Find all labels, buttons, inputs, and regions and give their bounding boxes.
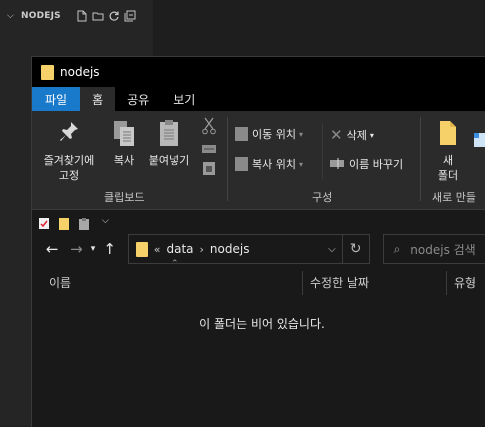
move-to-icon [235, 127, 248, 141]
paste-label: 붙여넣기 [148, 154, 190, 167]
file-explorer-window: nodejs 파일 홈 공유 보기 즐겨찾기에 고정 복사 붙여넣기 클립보드 … [31, 56, 485, 427]
pin-label: 즐겨찾기에 [43, 154, 95, 167]
column-divider[interactable] [446, 271, 447, 295]
clipboard-icon[interactable] [78, 215, 90, 230]
properties-icon[interactable] [38, 215, 50, 229]
tab-share[interactable]: 공유 [115, 87, 161, 111]
rename-label: 이름 바꾸기 [349, 158, 404, 171]
recent-locations-icon[interactable]: ▾ [87, 238, 100, 260]
rename-button[interactable]: 이름 바꾸기 [329, 156, 403, 172]
new-group-label: 새로 만들 [432, 191, 476, 204]
tab-home[interactable]: 홈 [80, 87, 116, 111]
column-modified[interactable]: 수정한 날짜 [310, 269, 369, 295]
pin-icon [57, 119, 81, 149]
column-divider[interactable] [302, 271, 303, 295]
folder-icon [41, 64, 54, 80]
window-title: nodejs [60, 65, 100, 79]
explorer-section-title[interactable]: NODEJS [21, 11, 61, 21]
delete-icon: ✕ [330, 126, 343, 144]
folder-icon [135, 241, 148, 257]
column-header-row: ⌃ 이름 수정한 날짜 유형 [32, 259, 485, 295]
rename-icon [329, 157, 345, 172]
empty-folder-message: 이 폴더는 비어 있습니다. [199, 317, 325, 331]
cut-icon[interactable] [202, 117, 216, 139]
delete-button[interactable]: ✕ 삭제 ▾ [330, 126, 374, 144]
organize-group-label: 구성 [312, 191, 333, 204]
vscode-explorer-header[interactable]: ⌵ NODEJS [0, 0, 153, 32]
ribbon-divider [420, 117, 421, 201]
quick-access-toolbar: ⌵ [32, 210, 485, 232]
new-folder-icon[interactable] [92, 10, 104, 22]
search-placeholder: nodejs 검색 [410, 242, 476, 257]
new-folder-label: 새 [442, 154, 454, 167]
copy-to-label: 복사 위치 [252, 158, 296, 171]
delete-label: 삭제 [346, 129, 367, 142]
column-type[interactable]: 유형 [454, 269, 476, 295]
collapse-all-icon[interactable] [124, 10, 136, 22]
forward-arrow-icon[interactable]: → [66, 238, 86, 260]
ribbon-divider [227, 117, 228, 201]
ribbon-home: 즐겨찾기에 고정 복사 붙여넣기 클립보드 이동 위치 ▾ 복사 위치 ▾ ✕ … [32, 111, 485, 210]
paste-shortcut-icon[interactable] [202, 160, 216, 180]
new-file-icon[interactable] [76, 10, 88, 22]
copy-path-icon[interactable] [201, 140, 217, 159]
clipboard-group-label: 클립보드 [104, 191, 145, 204]
copy-label: 복사 [113, 154, 135, 167]
tab-view[interactable]: 보기 [161, 87, 207, 111]
window-titlebar[interactable]: nodejs [32, 57, 485, 87]
breadcrumb-overflow[interactable]: « [154, 243, 161, 256]
chevron-down-icon: ▾ [298, 129, 303, 139]
refresh-icon[interactable] [108, 10, 120, 22]
copy-button[interactable]: 복사 [106, 119, 142, 168]
pin-to-quick-access-button[interactable]: 즐겨찾기에 고정 [38, 119, 100, 183]
column-name[interactable]: 이름 [49, 269, 71, 295]
search-input[interactable]: ⌕ nodejs 검색 [382, 234, 485, 264]
breadcrumb-nodejs[interactable]: nodejs [210, 242, 250, 256]
sort-caret-icon: ⌃ [171, 259, 179, 269]
up-arrow-icon[interactable]: ↑ [99, 238, 119, 260]
breadcrumb-separator-icon[interactable]: › [200, 243, 204, 256]
move-to-label: 이동 위치 [252, 128, 296, 141]
breadcrumb-data[interactable]: data [166, 242, 193, 256]
new-item-icon[interactable] [472, 131, 485, 151]
new-folder-label-2: 폴더 [437, 169, 459, 182]
copy-to-button[interactable]: 복사 위치 ▾ [235, 156, 303, 172]
copy-to-icon [235, 157, 248, 171]
paste-icon [156, 119, 182, 153]
chevron-down-icon[interactable]: ⌵ [7, 11, 21, 21]
chevron-down-icon: ▾ [369, 130, 374, 140]
back-arrow-icon[interactable]: ← [42, 238, 62, 260]
pin-label-2: 고정 [58, 169, 80, 182]
folder-icon[interactable] [58, 215, 70, 230]
address-row: ← → ▾ ↑ « data › nodejs ⌵ ↻ ⌕ nodejs 검색 [32, 232, 485, 266]
chevron-down-icon[interactable]: ⌵ [328, 244, 336, 255]
search-icon: ⌕ [393, 241, 401, 256]
refresh-icon[interactable]: ↻ [342, 234, 370, 264]
move-to-button[interactable]: 이동 위치 ▾ [235, 126, 303, 142]
ribbon-divider [322, 123, 323, 179]
chevron-down-icon: ▾ [298, 159, 303, 169]
new-folder-button[interactable]: 새 폴더 [430, 119, 466, 183]
new-folder-icon [437, 119, 459, 151]
ribbon-tabs: 파일 홈 공유 보기 [32, 87, 485, 111]
tab-file[interactable]: 파일 [32, 87, 81, 111]
address-bar[interactable]: « data › nodejs ⌵ [127, 234, 343, 264]
paste-button[interactable]: 붙여넣기 [144, 119, 194, 168]
customize-qat-icon[interactable]: ⌵ [102, 216, 109, 226]
copy-icon [111, 119, 137, 153]
